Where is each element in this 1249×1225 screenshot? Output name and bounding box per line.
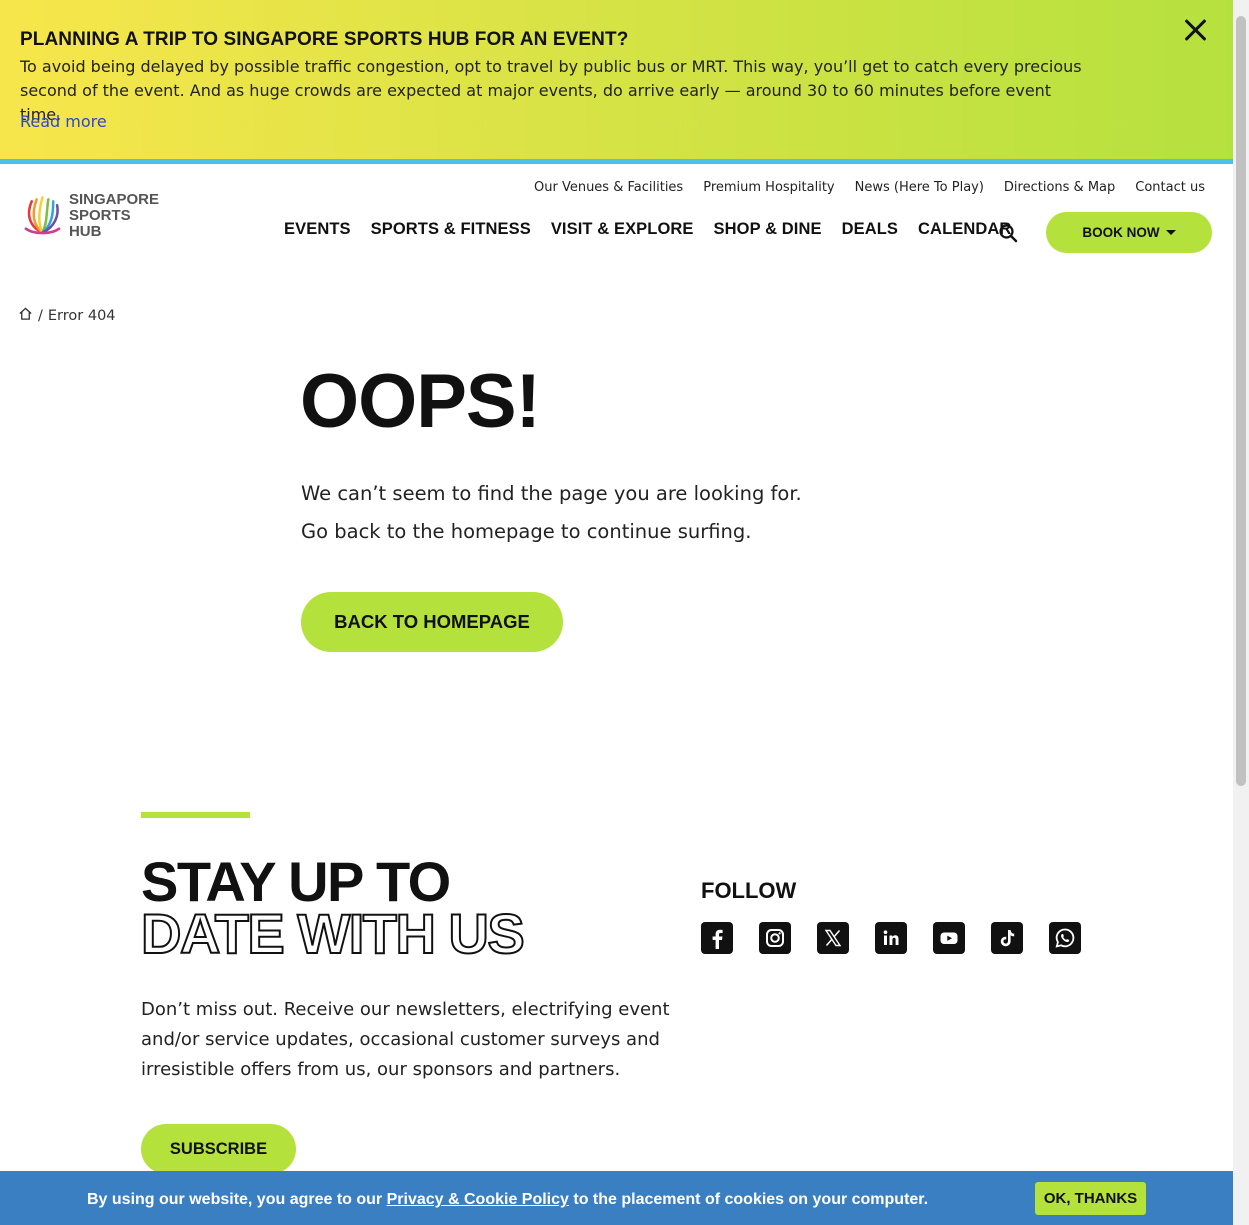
breadcrumb-separator: /	[38, 307, 43, 324]
newsletter-heading-line-2: DATE WITH US	[140, 902, 526, 965]
whatsapp-icon[interactable]	[1049, 922, 1081, 954]
youtube-icon[interactable]	[933, 922, 965, 954]
facebook-icon[interactable]	[701, 922, 733, 954]
nav-visit-explore[interactable]: VISIT & EXPLORE	[551, 220, 694, 239]
book-now-label: BOOK NOW	[1082, 225, 1160, 240]
site-logo[interactable]: SINGAPORE SPORTS HUB	[20, 192, 165, 240]
main-nav: EVENTS SPORTS & FITNESS VISIT & EXPLORE …	[284, 220, 1011, 239]
social-links	[701, 922, 1081, 954]
scrollbar[interactable]	[1233, 0, 1249, 1225]
search-icon[interactable]	[998, 223, 1018, 243]
read-more-link[interactable]: Read more	[20, 112, 107, 131]
breadcrumb-current: Error 404	[47, 307, 116, 324]
back-to-homepage-button[interactable]: BACK TO HOMEPAGE	[301, 592, 563, 652]
ok-thanks-button[interactable]: OK, THANKS	[1035, 1182, 1146, 1215]
notice-title: PLANNING A TRIP TO SINGAPORE SPORTS HUB …	[20, 29, 629, 50]
error-title: OOPS!	[300, 359, 541, 444]
close-icon[interactable]	[1182, 16, 1210, 44]
nav-events[interactable]: EVENTS	[284, 220, 351, 239]
util-nav-directions[interactable]: Directions & Map	[1004, 180, 1115, 195]
tiktok-icon[interactable]	[991, 922, 1023, 954]
nav-sports-fitness[interactable]: SPORTS & FITNESS	[371, 220, 531, 239]
caret-down-icon	[1165, 230, 1176, 235]
newsletter-text: Don’t miss out. Receive our newsletters,…	[141, 999, 670, 1080]
util-nav-contact[interactable]: Contact us	[1135, 180, 1205, 195]
logo-text: SINGAPORE SPORTS HUB	[69, 192, 165, 240]
cookie-text-after: to the placement of cookies on your comp…	[568, 1191, 929, 1208]
logo-line-1: SINGAPORE	[68, 191, 159, 208]
nav-shop-dine[interactable]: SHOP & DINE	[714, 220, 822, 239]
cookie-text: By using our website, you agree to our P…	[87, 1191, 928, 1209]
follow-heading: FOLLOW	[701, 878, 797, 903]
privacy-policy-link[interactable]: Privacy & Cookie Policy	[387, 1191, 569, 1208]
instagram-icon[interactable]	[759, 922, 791, 954]
error-message-1: We can’t seem to find the page you are l…	[301, 482, 802, 505]
logo-line-2: SPORTS HUB	[68, 207, 131, 240]
notice-divider	[0, 159, 1233, 164]
cookie-text-before: By using our website, you agree to our	[87, 1191, 387, 1208]
error-message-2: Go back to the homepage to continue surf…	[301, 520, 752, 543]
breadcrumb: / Error 404	[18, 306, 116, 325]
logo-mark-icon	[24, 196, 61, 235]
linkedin-icon[interactable]	[875, 922, 907, 954]
home-icon[interactable]	[18, 306, 33, 325]
section-accent-bar	[141, 812, 250, 818]
subscribe-button[interactable]: SUBSCRIBE	[141, 1124, 296, 1174]
util-nav-hospitality[interactable]: Premium Hospitality	[703, 180, 834, 195]
nav-deals[interactable]: DEALS	[842, 220, 898, 239]
util-nav-news[interactable]: News (Here To Play)	[855, 180, 984, 195]
util-nav-venues[interactable]: Our Venues & Facilities	[534, 180, 683, 195]
utility-nav: Our Venues & Facilities Premium Hospital…	[534, 180, 1205, 195]
book-now-button[interactable]: BOOK NOW	[1046, 212, 1212, 253]
x-icon[interactable]	[817, 922, 849, 954]
notice-text: To avoid being delayed by possible traff…	[20, 57, 1082, 124]
scrollbar-thumb[interactable]	[1236, 16, 1246, 786]
